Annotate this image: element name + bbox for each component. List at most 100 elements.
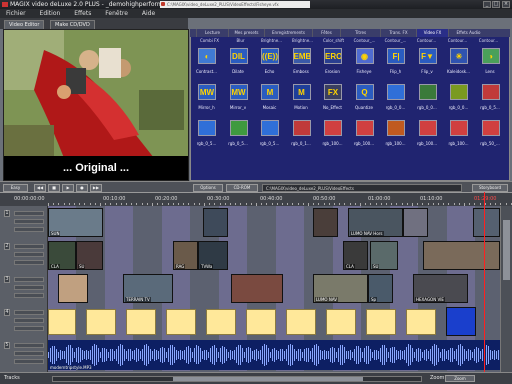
video-clip[interactable]: [231, 274, 283, 303]
forward-button[interactable]: ▶▶: [90, 184, 102, 192]
vertical-scrollbar[interactable]: [500, 206, 512, 372]
effect-item[interactable]: rgb_0_5...: [255, 118, 284, 146]
effect-item[interactable]: rgb_0_0...: [413, 82, 442, 110]
tab-audio-fx[interactable]: Effets Audio: [448, 29, 488, 37]
track-number[interactable]: 1: [4, 210, 10, 217]
track-control[interactable]: [14, 219, 44, 224]
effect-item[interactable]: rgb_100...: [381, 118, 410, 146]
tab-recordings[interactable]: Enregistrements: [264, 29, 312, 37]
close-button[interactable]: ×: [502, 1, 510, 8]
stop-button[interactable]: ■: [48, 184, 60, 192]
effect-item[interactable]: ◐ Contrast...: [192, 46, 221, 74]
effect-item[interactable]: rgb_0_0...: [444, 82, 473, 110]
scroll-thumb[interactable]: [173, 377, 363, 381]
maximize-button[interactable]: □: [492, 1, 500, 8]
playhead-marker[interactable]: [484, 192, 485, 372]
track-control[interactable]: [14, 211, 44, 216]
effect-item[interactable]: rgb_100...: [444, 118, 473, 146]
effect-item[interactable]: rgb_50_...: [476, 118, 505, 146]
track-row[interactable]: TERRAIN TV LUMO NAV Sp HEXAGON VIE: [48, 272, 500, 305]
video-clip[interactable]: SUN: [48, 208, 103, 237]
title-clip[interactable]: [286, 309, 316, 335]
track-number[interactable]: 4: [4, 309, 10, 316]
title-clip[interactable]: [406, 309, 436, 335]
video-clip[interactable]: TERRAIN TV: [123, 274, 173, 303]
title-clip[interactable]: [206, 309, 236, 335]
easy-mode-button[interactable]: Easy: [3, 184, 28, 192]
track-control[interactable]: [14, 252, 44, 257]
tab-video-editor[interactable]: Video Editor: [4, 20, 45, 29]
title-clip[interactable]: [48, 309, 76, 335]
effect-item[interactable]: rgb_0_5...: [224, 118, 253, 146]
effect-item[interactable]: rgb_0_5...: [192, 118, 221, 146]
video-clip[interactable]: LUMO NAV Hors: [348, 208, 403, 237]
track-control[interactable]: [14, 359, 44, 364]
effect-item[interactable]: M Motion: [287, 82, 316, 110]
scroll-thumb[interactable]: [503, 220, 510, 280]
tab-titles[interactable]: Titres: [340, 29, 380, 37]
effect-item[interactable]: rgb_0_5...: [476, 82, 505, 110]
track-control[interactable]: [14, 277, 44, 282]
audio-clip[interactable]: moderntripstyle.MP3: [48, 340, 500, 370]
video-clip[interactable]: [473, 208, 500, 237]
track-number[interactable]: 5: [4, 342, 10, 349]
tab-presets[interactable]: Mes presets: [228, 29, 264, 37]
effect-item[interactable]: FX No_Effect: [318, 82, 347, 110]
track-control[interactable]: [14, 285, 44, 290]
video-clip[interactable]: [446, 307, 476, 336]
track-control[interactable]: [14, 351, 44, 356]
effect-item[interactable]: M Mosaic: [255, 82, 284, 110]
effect-item[interactable]: ((E)) Echo: [255, 46, 284, 74]
tab-fetes[interactable]: Fêtes: [312, 29, 340, 37]
tab-trans-fx[interactable]: Trans. FX: [380, 29, 416, 37]
video-clip[interactable]: CLA: [343, 241, 368, 270]
record-button[interactable]: ●: [76, 184, 88, 192]
title-clip[interactable]: [366, 309, 396, 335]
title-clip[interactable]: [166, 309, 196, 335]
video-clip[interactable]: [403, 208, 428, 237]
video-clip[interactable]: HEXAGON VIE: [413, 274, 468, 303]
play-button[interactable]: ▶: [62, 184, 74, 192]
title-clip[interactable]: [86, 309, 116, 335]
video-clip[interactable]: [423, 241, 500, 270]
effect-item[interactable]: Q Quantize: [350, 82, 379, 110]
effect-item[interactable]: ERO Erosion: [318, 46, 347, 74]
effect-item[interactable]: F▼ Flip_v: [413, 46, 442, 74]
track-row[interactable]: [48, 305, 500, 338]
title-clip[interactable]: [326, 309, 356, 335]
video-clip[interactable]: RAG: [173, 241, 198, 270]
track-row[interactable]: CLA SU RAG TVWa CLA SU: [48, 239, 500, 272]
options-button[interactable]: Options: [193, 184, 223, 192]
effect-item[interactable]: rgb_100...: [350, 118, 379, 146]
storyboard-button[interactable]: Storyboard: [472, 184, 508, 192]
track-control[interactable]: [14, 318, 44, 323]
cdrom-button[interactable]: CD-ROM: [226, 184, 258, 192]
video-clip[interactable]: [58, 274, 88, 303]
effect-item[interactable]: ◉ Fisheye: [350, 46, 379, 74]
track-control[interactable]: [14, 260, 44, 265]
video-clip[interactable]: CLA: [48, 241, 76, 270]
track-control[interactable]: [14, 326, 44, 331]
menu-effects[interactable]: Effets: [68, 9, 97, 18]
effect-item[interactable]: rgb_100...: [318, 118, 347, 146]
title-clip[interactable]: [246, 309, 276, 335]
effect-item[interactable]: MW Mirror_h: [192, 82, 221, 110]
effect-item[interactable]: rgb_100...: [413, 118, 442, 146]
track-number[interactable]: 2: [4, 243, 10, 250]
rewind-button[interactable]: ◀◀: [34, 184, 46, 192]
tab-lecture[interactable]: Lecture: [196, 29, 228, 37]
video-clip[interactable]: LUMO NAV: [313, 274, 368, 303]
minimize-button[interactable]: _: [483, 1, 491, 8]
effect-item[interactable]: F| Flip_h: [381, 46, 410, 74]
video-preview[interactable]: ... Original ...: [3, 29, 189, 181]
track-control[interactable]: [14, 293, 44, 298]
track-control[interactable]: [14, 227, 44, 232]
effect-item[interactable]: rgb_0_0...: [381, 82, 410, 110]
track-control[interactable]: [14, 310, 44, 315]
video-clip[interactable]: SU: [76, 241, 103, 270]
video-clip[interactable]: [203, 208, 228, 237]
effect-item[interactable]: EMB Emboss: [287, 46, 316, 74]
menu-edit[interactable]: Edition: [34, 9, 67, 18]
effect-item[interactable]: ◑ Lens: [476, 46, 505, 74]
video-clip[interactable]: TVWa: [198, 241, 228, 270]
